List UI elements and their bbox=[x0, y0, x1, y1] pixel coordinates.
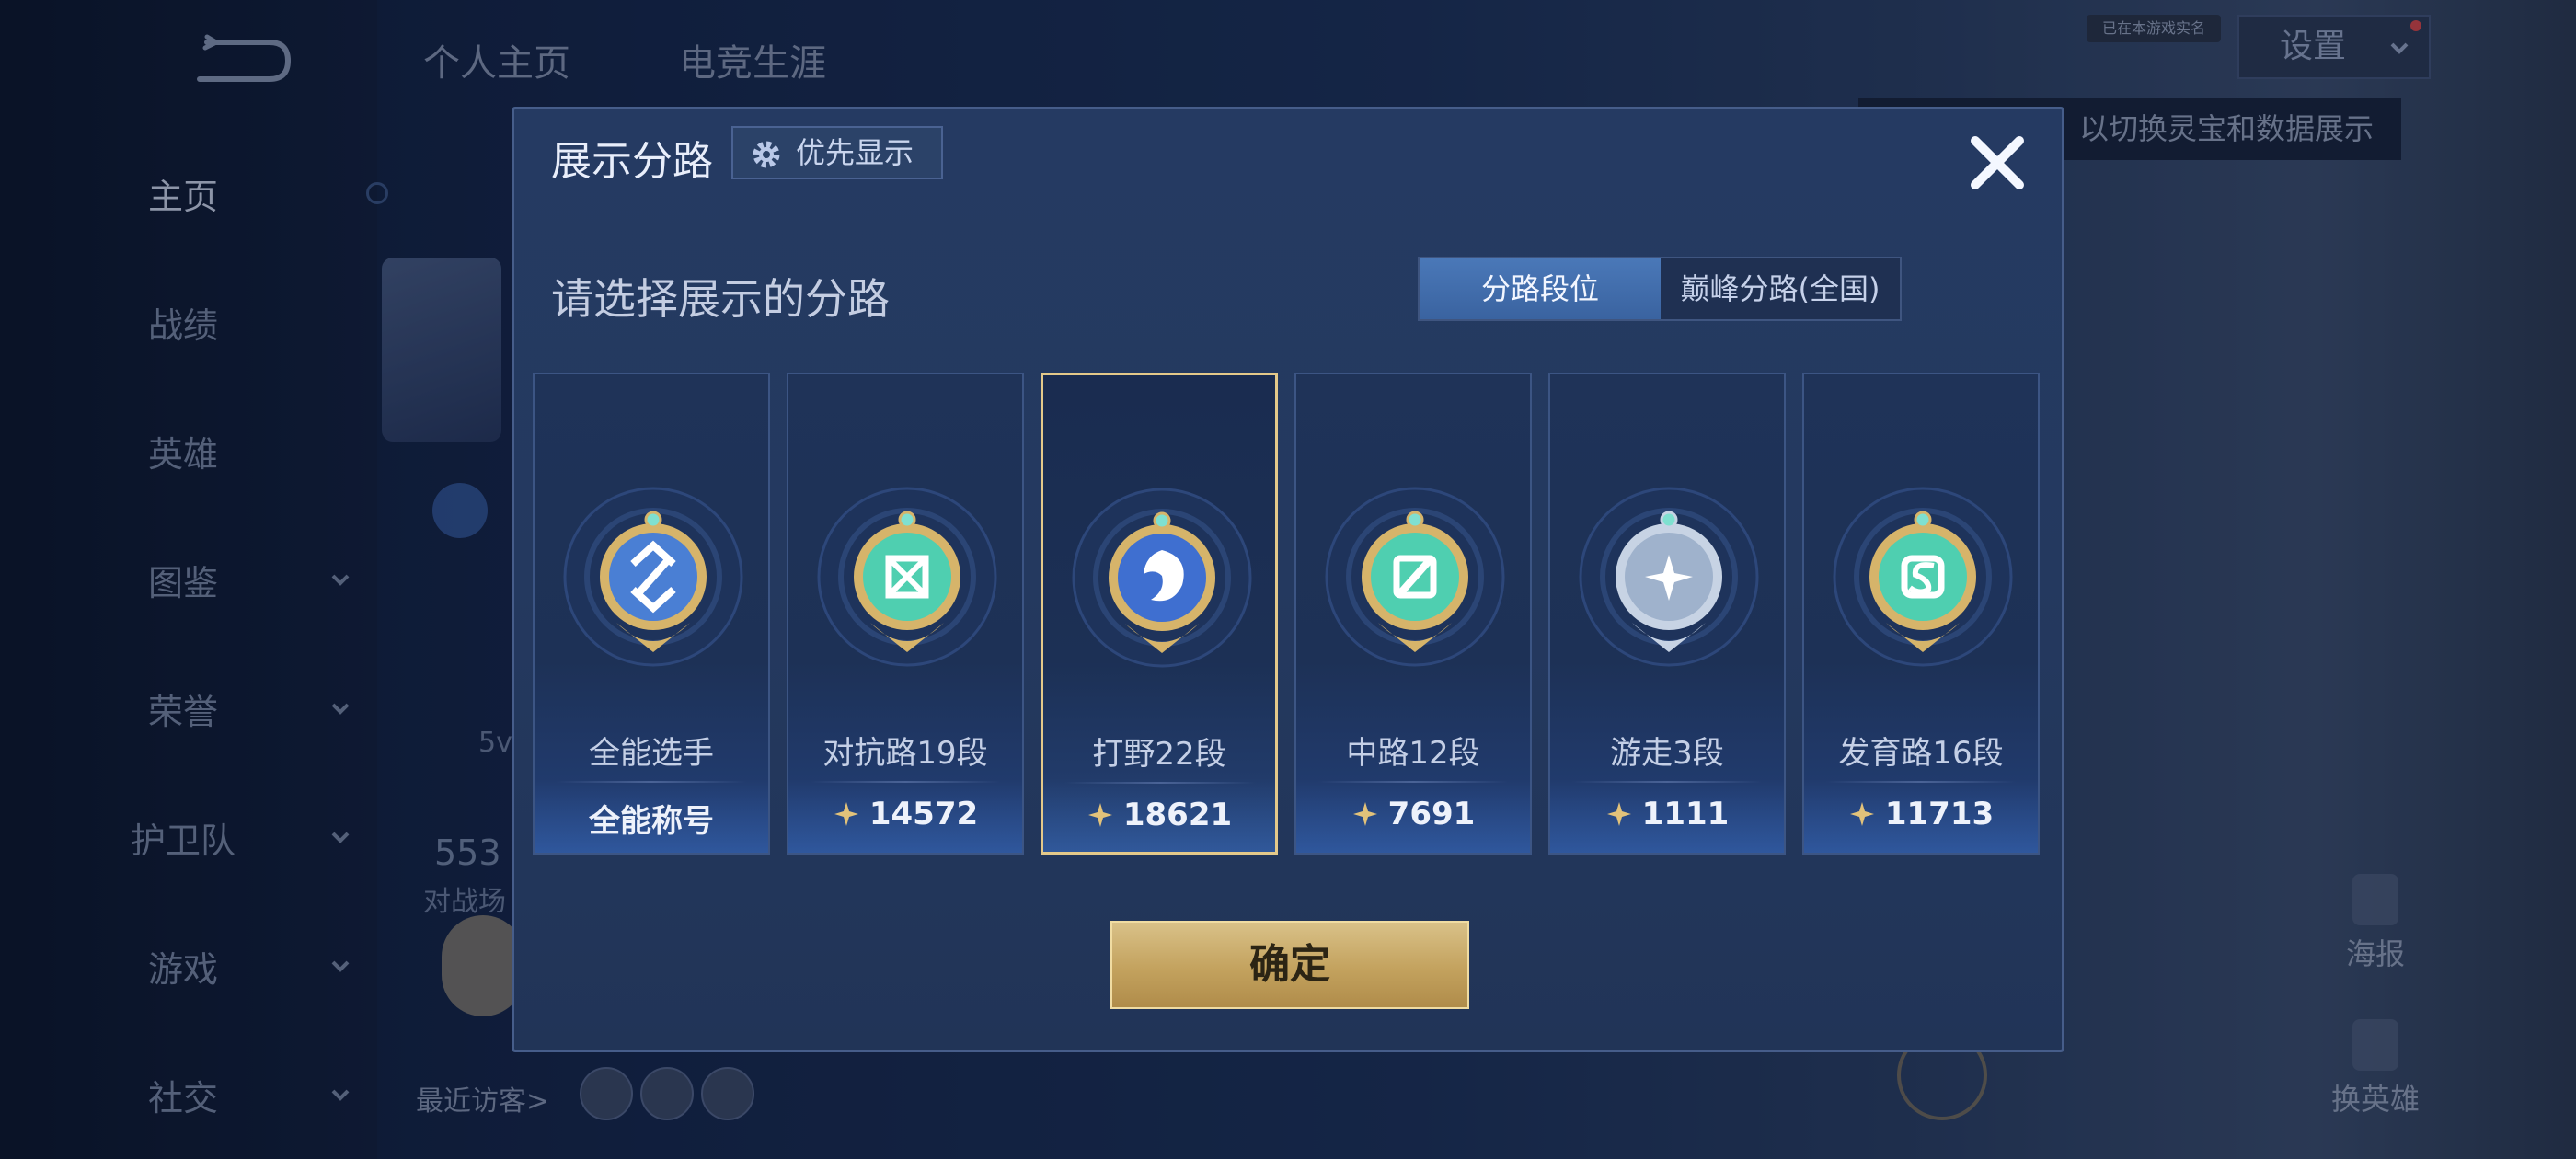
card-divider bbox=[1572, 781, 1762, 783]
close-icon[interactable] bbox=[1964, 130, 2030, 196]
roam-emblem-icon bbox=[1579, 487, 1759, 667]
lane-score-value: 18621 bbox=[1122, 797, 1233, 833]
confirm-button[interactable]: 确定 bbox=[1110, 921, 1469, 1009]
lane-card[interactable]: 全能选手 全能称号 bbox=[533, 373, 770, 855]
lane-card[interactable]: 打野22段 18621 bbox=[1041, 373, 1278, 855]
lane-card[interactable]: 游走3段 1111 bbox=[1548, 373, 1786, 855]
lane-score: 18621 bbox=[1043, 797, 1275, 833]
priority-display-button[interactable]: 优先显示 bbox=[731, 126, 943, 179]
points-icon bbox=[1352, 802, 1377, 826]
lane-score-value: 全能称号 bbox=[589, 803, 714, 840]
lane-card[interactable]: 中路12段 7691 bbox=[1294, 373, 1532, 855]
view-toggle: 分路段位 巅峰分路(全国) bbox=[1418, 257, 1902, 321]
lane-name: 全能选手 bbox=[589, 735, 714, 772]
lane-card[interactable]: 发育路16段 11713 bbox=[1802, 373, 2040, 855]
lane-name: 中路12段 bbox=[1346, 735, 1480, 772]
tab-peak-lane[interactable]: 巅峰分路(全国) bbox=[1661, 258, 1900, 319]
lane-name: 游走3段 bbox=[1610, 735, 1724, 772]
farm-lane-emblem-icon bbox=[1833, 487, 2013, 667]
lane-name: 打野22段 bbox=[1092, 736, 1226, 773]
lane-card[interactable]: 对抗路19段 14572 bbox=[787, 373, 1024, 855]
card-divider bbox=[1826, 781, 2016, 783]
lane-score: 14572 bbox=[788, 796, 1022, 832]
lane-name: 发育路16段 bbox=[1838, 735, 2004, 772]
lane-score-value: 1111 bbox=[1641, 796, 1730, 832]
lane-display-dialog: 展示分路 优先显示 请选择展示的分路 分路段位 巅峰分路(全国) 全能选手全能称… bbox=[512, 107, 2064, 1052]
card-divider bbox=[557, 781, 746, 783]
mid-lane-emblem-icon bbox=[1325, 487, 1505, 667]
lane-score-value: 14572 bbox=[868, 796, 979, 832]
lane-score: 全能称号 bbox=[535, 796, 768, 841]
lane-score: 1111 bbox=[1550, 796, 1784, 832]
clash-lane-emblem-icon bbox=[817, 487, 997, 667]
points-icon bbox=[834, 802, 858, 826]
all-round-emblem-icon bbox=[563, 487, 743, 667]
points-icon bbox=[1087, 803, 1112, 827]
lane-score: 11713 bbox=[1804, 796, 2038, 832]
card-divider bbox=[811, 781, 1000, 783]
lane-score-value: 7691 bbox=[1387, 796, 1476, 832]
gear-icon bbox=[753, 141, 780, 168]
dialog-title: 展示分路 bbox=[551, 138, 713, 185]
tab-lane-rank[interactable]: 分路段位 bbox=[1420, 258, 1661, 319]
points-icon bbox=[1849, 802, 1874, 826]
priority-display-label: 优先显示 bbox=[796, 135, 914, 170]
lane-name: 对抗路19段 bbox=[822, 735, 988, 772]
card-divider bbox=[1065, 782, 1255, 784]
lane-score-value: 11713 bbox=[1884, 796, 1995, 832]
lane-score: 7691 bbox=[1296, 796, 1530, 832]
points-icon bbox=[1606, 802, 1631, 826]
card-divider bbox=[1318, 781, 1508, 783]
jungle-emblem-icon bbox=[1072, 488, 1252, 668]
dialog-subtitle: 请选择展示的分路 bbox=[551, 274, 890, 324]
